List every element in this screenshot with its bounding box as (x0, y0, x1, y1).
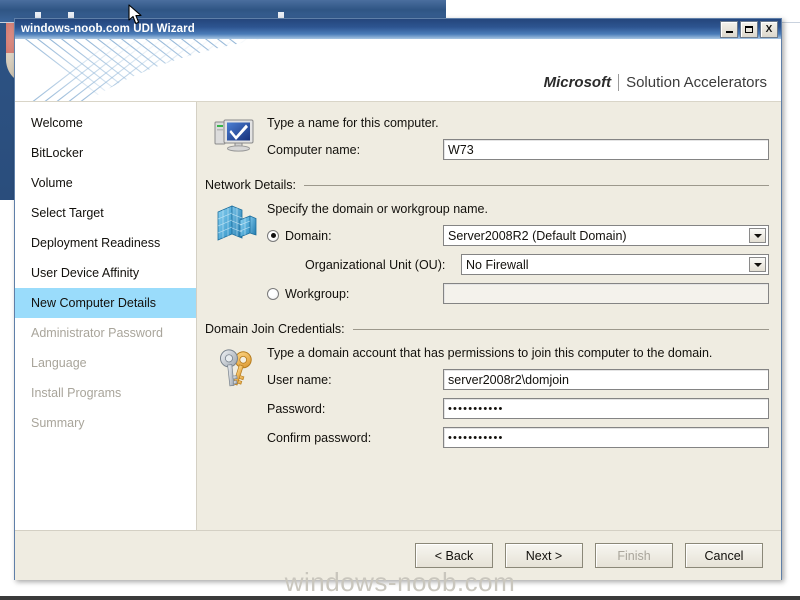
username-label: User name: (267, 372, 332, 387)
keys-icon (219, 349, 252, 387)
sidebar-item-volume[interactable]: Volume (15, 168, 196, 198)
chevron-down-icon[interactable] (749, 257, 766, 272)
username-input[interactable]: server2008r2\domjoin (443, 369, 769, 390)
sidebar-item-summary: Summary (15, 408, 196, 438)
computer-name-row: Computer name: W73 (267, 139, 769, 160)
domain-label: Domain: (285, 228, 332, 243)
sidebar-item-label: Select Target (31, 206, 104, 220)
mesh-swoosh-graphic (15, 39, 315, 101)
back-button[interactable]: < Back (415, 543, 493, 568)
mouse-cursor (128, 4, 142, 25)
domain-dropdown[interactable]: Server2008R2 (Default Domain) (443, 225, 769, 246)
ou-row: Organizational Unit (OU): No Firewall (267, 254, 769, 275)
network-lead-text: Specify the domain or workgroup name. (267, 202, 488, 216)
network-details-section: Specify the domain or workgroup name. Do… (205, 196, 769, 312)
computer-name-input[interactable]: W73 (443, 139, 769, 160)
sidebar-item-administrator-password: Administrator Password (15, 318, 196, 348)
network-fields: Specify the domain or workgroup name. Do… (267, 196, 769, 312)
domain-row: Domain: Server2008R2 (Default Domain) (267, 225, 769, 246)
ou-dropdown-value: No Firewall (466, 257, 529, 272)
window-controls: X (720, 21, 778, 38)
microsoft-branding: Microsoft Solution Accelerators (544, 74, 767, 91)
group-divider-line (352, 328, 769, 330)
password-row: Password: ••••••••••• (267, 398, 769, 419)
close-button[interactable]: X (760, 21, 778, 38)
sidebar-item-label: User Device Affinity (31, 266, 140, 280)
chevron-down-icon[interactable] (749, 228, 766, 243)
sidebar-item-label: BitLocker (31, 146, 84, 160)
minimize-button[interactable] (720, 21, 738, 38)
network-details-title: Network Details: (205, 178, 296, 192)
workgroup-label: Workgroup: (285, 286, 350, 301)
credentials-title: Domain Join Credentials: (205, 322, 345, 336)
credentials-lead-text: Type a domain account that has permissio… (267, 346, 713, 360)
sidebar-item-label: New Computer Details (31, 296, 157, 310)
computer-monitor-icon (214, 119, 254, 152)
sidebar-item-new-computer-details[interactable]: New Computer Details (15, 288, 196, 318)
wizard-banner: Microsoft Solution Accelerators (15, 39, 781, 102)
ou-label: Organizational Unit (OU): (305, 257, 446, 272)
sidebar-item-language: Language (15, 348, 196, 378)
radio-selected-dot (270, 233, 276, 238)
sidebar-item-label: Install Programs (31, 386, 122, 400)
udi-wizard-window: windows-noob.com UDI Wizard X Microsoft … (14, 18, 782, 580)
wizard-content-panel: Type a name for this computer. Computer … (197, 102, 781, 530)
computer-name-section: Type a name for this computer. Computer … (205, 110, 769, 168)
sidebar-item-deployment-readiness[interactable]: Deployment Readiness (15, 228, 196, 258)
maximize-button[interactable] (740, 21, 758, 38)
brand-divider (618, 74, 620, 91)
microsoft-wordmark: Microsoft (543, 74, 612, 91)
finish-button: Finish (595, 543, 673, 568)
maximize-icon (745, 26, 753, 33)
computer-name-fields: Type a name for this computer. Computer … (267, 110, 769, 168)
sidebar-item-label: Administrator Password (31, 326, 163, 340)
cancel-button[interactable]: Cancel (685, 543, 763, 568)
domain-dropdown-value: Server2008R2 (Default Domain) (448, 228, 627, 243)
next-button[interactable]: Next > (505, 543, 583, 568)
credentials-fields: Type a domain account that has permissio… (267, 340, 769, 456)
username-row: User name: server2008r2\domjoin (267, 369, 769, 390)
close-icon: X (765, 23, 773, 35)
sidebar-item-select-target[interactable]: Select Target (15, 198, 196, 228)
confirm-password-label: Confirm password: (267, 430, 372, 445)
screen-bottom-edge (0, 596, 800, 600)
server-icon-container (205, 196, 267, 312)
solution-accelerators-label: Solution Accelerators (626, 74, 767, 91)
keys-icon-container (205, 340, 267, 456)
sidebar-item-bitlocker[interactable]: BitLocker (15, 138, 196, 168)
ou-dropdown[interactable]: No Firewall (461, 254, 769, 275)
server-network-icon (217, 205, 257, 241)
computer-icon-container (205, 110, 267, 168)
credentials-section: Type a domain account that has permissio… (205, 340, 769, 456)
sidebar-item-install-programs: Install Programs (15, 378, 196, 408)
wizard-body: Welcome BitLocker Volume Select Target D… (15, 102, 781, 530)
domain-radio[interactable] (267, 229, 279, 242)
sidebar-item-label: Summary (31, 416, 85, 430)
minimize-icon (725, 31, 733, 33)
computer-name-label: Computer name: (267, 142, 361, 157)
sidebar-item-user-device-affinity[interactable]: User Device Affinity (15, 258, 196, 288)
wizard-footer: < Back Next > Finish Cancel (15, 530, 781, 580)
workgroup-row: Workgroup: (267, 283, 769, 304)
password-input[interactable]: ••••••••••• (443, 398, 769, 419)
network-details-group-header: Network Details: (205, 178, 769, 192)
sidebar-item-label: Volume (31, 176, 73, 190)
window-title: windows-noob.com UDI Wizard (21, 23, 195, 35)
workgroup-input[interactable] (443, 283, 769, 304)
sidebar-item-welcome[interactable]: Welcome (15, 108, 196, 138)
credentials-group-header: Domain Join Credentials: (205, 322, 769, 336)
confirm-password-input[interactable]: ••••••••••• (443, 427, 769, 448)
sidebar-item-label: Deployment Readiness (31, 236, 161, 250)
password-label: Password: (267, 401, 326, 416)
confirm-password-row: Confirm password: ••••••••••• (267, 427, 769, 448)
workgroup-radio[interactable] (267, 287, 279, 300)
wizard-step-sidebar: Welcome BitLocker Volume Select Target D… (15, 102, 197, 530)
sidebar-item-label: Language (31, 356, 87, 370)
group-divider-line (304, 184, 769, 186)
sidebar-item-label: Welcome (31, 116, 83, 130)
computer-name-lead-text: Type a name for this computer. (267, 116, 439, 130)
